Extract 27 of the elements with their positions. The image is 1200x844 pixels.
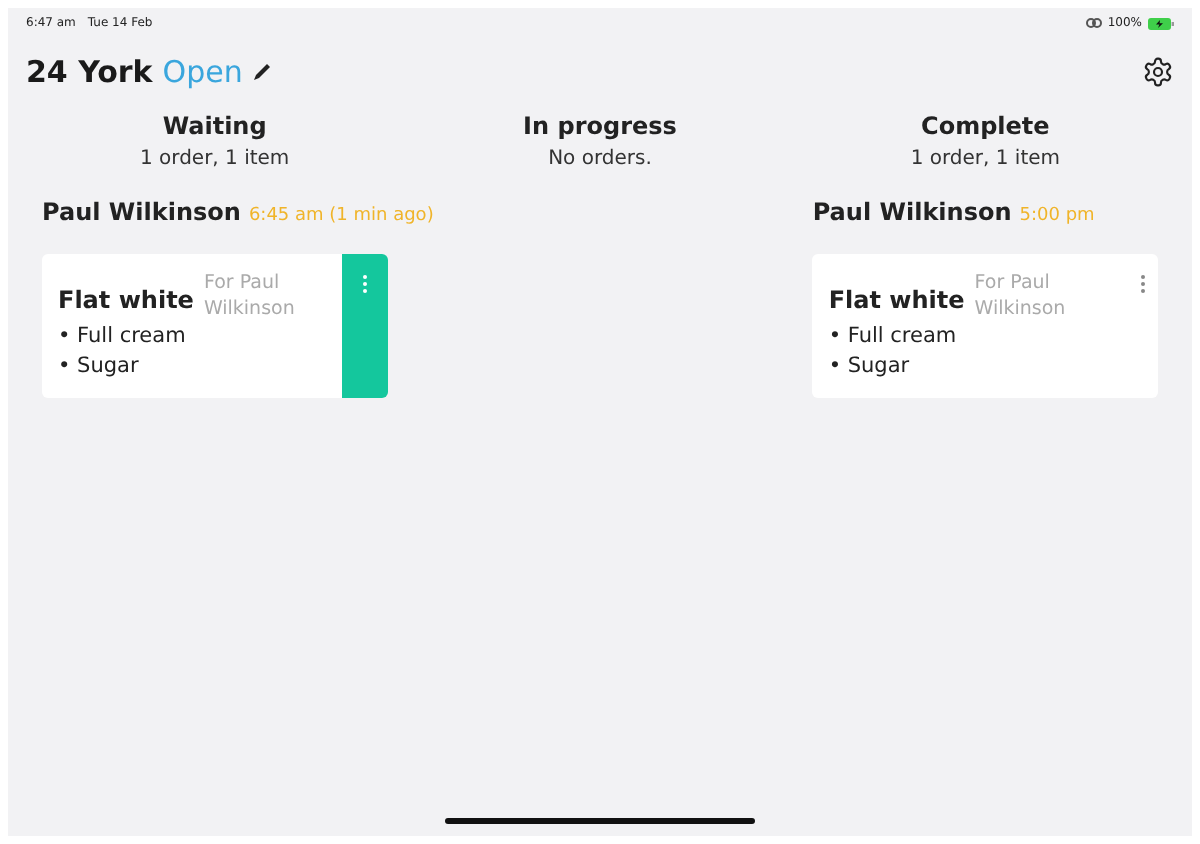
column-title: In progress xyxy=(523,109,677,143)
action-panel[interactable] xyxy=(341,254,388,398)
location-status: Open xyxy=(162,52,243,94)
order-time: 5:00 pm xyxy=(1019,203,1095,229)
item-option: • Full cream xyxy=(58,322,326,352)
item-option: • Sugar xyxy=(58,352,326,382)
settings-icon[interactable] xyxy=(1142,56,1174,89)
item-recipient: For Paul Wilkinson xyxy=(974,270,1068,322)
column-summary: 1 order, 1 item xyxy=(910,145,1061,173)
column-summary: No orders. xyxy=(548,145,652,173)
order-time: 6:45 am (1 min ago) xyxy=(248,203,434,229)
more-icon[interactable] xyxy=(361,274,368,294)
column-title: Waiting xyxy=(162,109,267,143)
customer-name: Paul Wilkinson xyxy=(42,195,241,229)
item-option: • Sugar xyxy=(828,352,1110,382)
column-summary: 1 order, 1 item xyxy=(139,145,290,173)
pencil-icon[interactable] xyxy=(252,62,273,83)
location-title: 24 York xyxy=(26,52,153,94)
item-name: Flat white xyxy=(828,284,965,318)
column-title: Complete xyxy=(921,109,1050,143)
item-recipient: For Paul Wilkinson xyxy=(203,270,297,322)
battery-icon xyxy=(1148,17,1174,29)
more-icon[interactable] xyxy=(1139,274,1145,294)
item-option: • Full cream xyxy=(828,322,1110,352)
item-name: Flat white xyxy=(58,284,194,318)
link-icon xyxy=(1085,18,1102,28)
customer-name: Paul Wilkinson xyxy=(812,195,1012,229)
